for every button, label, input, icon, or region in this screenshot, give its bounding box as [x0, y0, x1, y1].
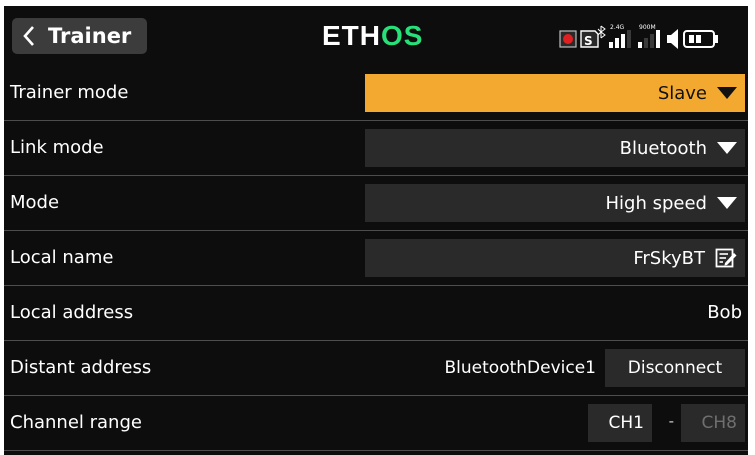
svg-text:2.4G: 2.4G: [610, 24, 625, 31]
svg-text:900M: 900M: [639, 24, 656, 31]
screen: Trainer ETH OS S 2.4G 900M Trainer mode …: [4, 6, 748, 455]
trainer-mode-label: Trainer mode: [10, 82, 129, 103]
sd-card-icon: S: [580, 30, 599, 48]
channel-range-end[interactable]: CH8: [681, 404, 745, 442]
record-indicator-icon: [559, 30, 577, 48]
distant-address-label: Distant address: [10, 357, 152, 378]
distant-device-name: BluetoothDevice1: [444, 358, 596, 378]
battery-icon: [683, 30, 718, 48]
disconnect-button[interactable]: Disconnect: [605, 349, 745, 387]
bluetooth-icon: [597, 25, 606, 39]
chevron-left-icon: [23, 26, 34, 46]
ethos-logo: ETH OS: [322, 18, 423, 54]
dropdown-arrow-icon: [717, 197, 737, 209]
header-bar: Trainer ETH OS S 2.4G 900M: [4, 6, 748, 66]
row-mode: Mode High speed: [4, 176, 748, 231]
local-address-label: Local address: [10, 302, 134, 323]
link-mode-dropdown[interactable]: Bluetooth: [365, 129, 745, 167]
row-local-name: Local name FrSkyBT: [4, 231, 748, 286]
edit-icon: [715, 248, 737, 268]
dropdown-arrow-icon: [717, 87, 737, 99]
row-link-mode: Link mode Bluetooth: [4, 121, 748, 176]
channel-range-separator: -: [668, 412, 674, 430]
row-channel-range: Channel range CH1 - CH8: [4, 396, 748, 451]
local-name-field[interactable]: FrSkyBT: [365, 239, 745, 277]
dropdown-arrow-icon: [717, 142, 737, 154]
row-distant-address: Distant address BluetoothDevice1 Disconn…: [4, 341, 748, 396]
link-mode-value: Bluetooth: [619, 137, 707, 159]
signal-900m-icon: 900M: [638, 24, 660, 48]
svg-text:S: S: [584, 34, 593, 48]
signal-2-4g-icon: 2.4G: [609, 24, 631, 48]
device-frame: Trainer ETH OS S 2.4G 900M Trainer mode …: [0, 0, 755, 455]
mode-dropdown[interactable]: High speed: [365, 184, 745, 222]
link-mode-label: Link mode: [10, 137, 104, 158]
trainer-mode-dropdown[interactable]: Slave: [365, 74, 745, 112]
channel-range-label: Channel range: [10, 412, 142, 433]
speaker-icon: [667, 29, 678, 49]
logo-part-eth: ETH: [322, 20, 381, 51]
trainer-mode-value: Slave: [657, 82, 707, 104]
row-local-address: Local address Bob: [4, 286, 748, 341]
channel-range-start[interactable]: CH1: [588, 404, 652, 442]
logo-part-os: OS: [381, 20, 424, 51]
local-name-label: Local name: [10, 247, 114, 268]
local-address-value: Bob: [707, 302, 742, 323]
local-name-value: FrSkyBT: [633, 247, 705, 269]
page-title: Trainer: [48, 24, 132, 48]
mode-value: High speed: [605, 192, 707, 214]
status-bar: S 2.4G 900M: [559, 24, 718, 49]
mode-label: Mode: [10, 192, 60, 213]
back-button[interactable]: Trainer: [12, 18, 147, 54]
row-trainer-mode: Trainer mode Slave: [4, 66, 748, 121]
